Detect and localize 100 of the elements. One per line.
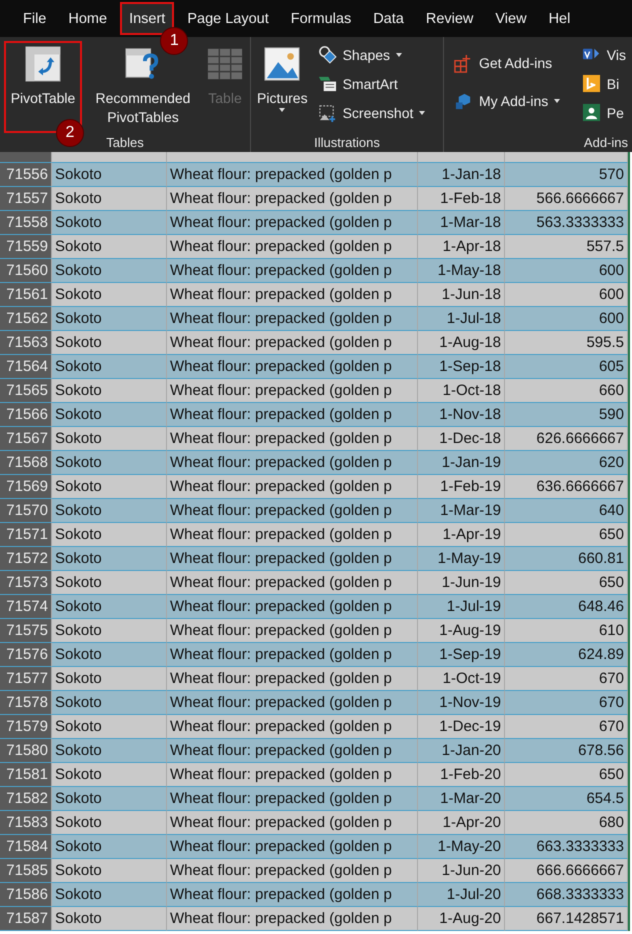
- table-cell: Sokoto: [52, 163, 167, 187]
- table-cell: Sokoto: [52, 811, 167, 835]
- row-number[interactable]: 71581: [0, 763, 52, 787]
- table-cell: Sokoto: [52, 643, 167, 667]
- ribbon-button[interactable]: Pictures: [255, 41, 310, 133]
- table-cell: Sokoto: [52, 187, 167, 211]
- table-cell: Wheat flour: prepacked (golden p: [167, 235, 418, 259]
- row-number[interactable]: 71569: [0, 475, 52, 499]
- menu-tab[interactable]: Review: [416, 2, 482, 35]
- table-cell: Wheat flour: prepacked (golden p: [167, 619, 418, 643]
- menu-tab[interactable]: File: [14, 2, 56, 35]
- row-number[interactable]: 71563: [0, 331, 52, 355]
- row-number[interactable]: 71573: [0, 571, 52, 595]
- table-cell: Sokoto: [52, 715, 167, 739]
- table-cell: 605: [505, 355, 628, 379]
- row-number[interactable]: 71557: [0, 187, 52, 211]
- menu-tab[interactable]: Home: [59, 2, 116, 35]
- image-icon: [263, 45, 302, 83]
- table-cell: Wheat flour: prepacked (golden p: [167, 571, 418, 595]
- table-cell: 660.81: [505, 547, 628, 571]
- ribbon-button[interactable]: Screenshot: [316, 99, 428, 126]
- table-cell: 570: [505, 163, 628, 187]
- table-cell: Wheat flour: prepacked (golden p: [167, 715, 418, 739]
- caret-icon: [279, 108, 286, 112]
- row-number[interactable]: 71558: [0, 211, 52, 235]
- row-number[interactable]: 71576: [0, 643, 52, 667]
- row-number[interactable]: 71575: [0, 619, 52, 643]
- table-cell: Sokoto: [52, 355, 167, 379]
- table-cell: Wheat flour: prepacked (golden p: [167, 907, 418, 931]
- row-number[interactable]: 71579: [0, 715, 52, 739]
- row-number[interactable]: 71574: [0, 595, 52, 619]
- table-cell: 1-Jun-20: [418, 859, 505, 883]
- table-cell: Sokoto: [52, 307, 167, 331]
- table-cell: 1-Nov-19: [418, 691, 505, 715]
- row-number[interactable]: 71567: [0, 427, 52, 451]
- row-number[interactable]: 71561: [0, 283, 52, 307]
- table-cell: 624.89: [505, 643, 628, 667]
- row-number[interactable]: 71566: [0, 403, 52, 427]
- table-cell: 1-Apr-18: [418, 235, 505, 259]
- table-cell: 1-Feb-20: [418, 763, 505, 787]
- table-cell: Sokoto: [52, 211, 167, 235]
- map-app-icon: [582, 74, 601, 93]
- row-number[interactable]: 71559: [0, 235, 52, 259]
- row-number[interactable]: 71586: [0, 883, 52, 907]
- table-cell: Sokoto: [52, 859, 167, 883]
- table-cell: Sokoto: [52, 379, 167, 403]
- row-number[interactable]: 71582: [0, 787, 52, 811]
- ribbon-button[interactable]: Vis: [580, 41, 628, 68]
- table-cell: 1-Sep-18: [418, 355, 505, 379]
- table-cell: 680: [505, 811, 628, 835]
- menu-tab[interactable]: Formulas: [282, 2, 360, 35]
- row-number[interactable]: 71570: [0, 499, 52, 523]
- table-cell: 1-Jun-18: [418, 283, 505, 307]
- row-number[interactable]: 71580: [0, 739, 52, 763]
- table-cell: 1-Jul-19: [418, 595, 505, 619]
- row-number[interactable]: 71578: [0, 691, 52, 715]
- cubes-icon: [454, 92, 473, 110]
- table-cell: Wheat flour: prepacked (golden p: [167, 787, 418, 811]
- row-number[interactable]: 71572: [0, 547, 52, 571]
- ribbon-button[interactable]: Shapes: [316, 41, 428, 68]
- table-cell: 668.3333333: [505, 883, 628, 907]
- table-cell: Wheat flour: prepacked (golden p: [167, 331, 418, 355]
- row-number[interactable]: 71571: [0, 523, 52, 547]
- ribbon-button[interactable]: My Add-ins: [452, 85, 574, 117]
- caret-icon: [554, 99, 560, 103]
- row-number[interactable]: 71585: [0, 859, 52, 883]
- row-number[interactable]: 71564: [0, 355, 52, 379]
- ribbon-button[interactable]: Bi: [580, 70, 628, 97]
- table-cell: Sokoto: [52, 763, 167, 787]
- row-number[interactable]: 71562: [0, 307, 52, 331]
- ribbon-button[interactable]: Pe: [580, 99, 628, 126]
- table-cell: 610: [505, 619, 628, 643]
- table-cell: 563.3333333: [505, 211, 628, 235]
- row-number[interactable]: 71577: [0, 667, 52, 691]
- table-cell: Wheat flour: prepacked (golden p: [167, 307, 418, 331]
- table-cell: Sokoto: [52, 739, 167, 763]
- row-number[interactable]: 71587: [0, 907, 52, 931]
- ribbon-button[interactable]: Get Add-ins: [452, 47, 574, 79]
- table-cell: Sokoto: [52, 403, 167, 427]
- table-cell: 650: [505, 763, 628, 787]
- row-number[interactable]: 71584: [0, 835, 52, 859]
- menu-tab[interactable]: Hel: [540, 2, 580, 35]
- row-number[interactable]: 71565: [0, 379, 52, 403]
- row-number[interactable]: 71560: [0, 259, 52, 283]
- menu-tab[interactable]: Insert: [120, 2, 174, 35]
- table-cell: Sokoto: [52, 475, 167, 499]
- table-cell: Sokoto: [52, 787, 167, 811]
- table-cell: Sokoto: [52, 667, 167, 691]
- table-cell: 650: [505, 523, 628, 547]
- ribbon-button[interactable]: SmartArt: [316, 70, 428, 97]
- row-number[interactable]: 71583: [0, 811, 52, 835]
- pivot-table-icon: [24, 45, 62, 83]
- caret-icon: [396, 52, 402, 56]
- menu-tab[interactable]: View: [486, 2, 536, 35]
- menu-tab[interactable]: Data: [364, 2, 413, 35]
- row-number[interactable]: 71568: [0, 451, 52, 475]
- row-number[interactable]: 71556: [0, 163, 52, 187]
- table-cell: Wheat flour: prepacked (golden p: [167, 451, 418, 475]
- smartart-icon: [318, 74, 337, 93]
- add-grid-icon: [454, 54, 473, 72]
